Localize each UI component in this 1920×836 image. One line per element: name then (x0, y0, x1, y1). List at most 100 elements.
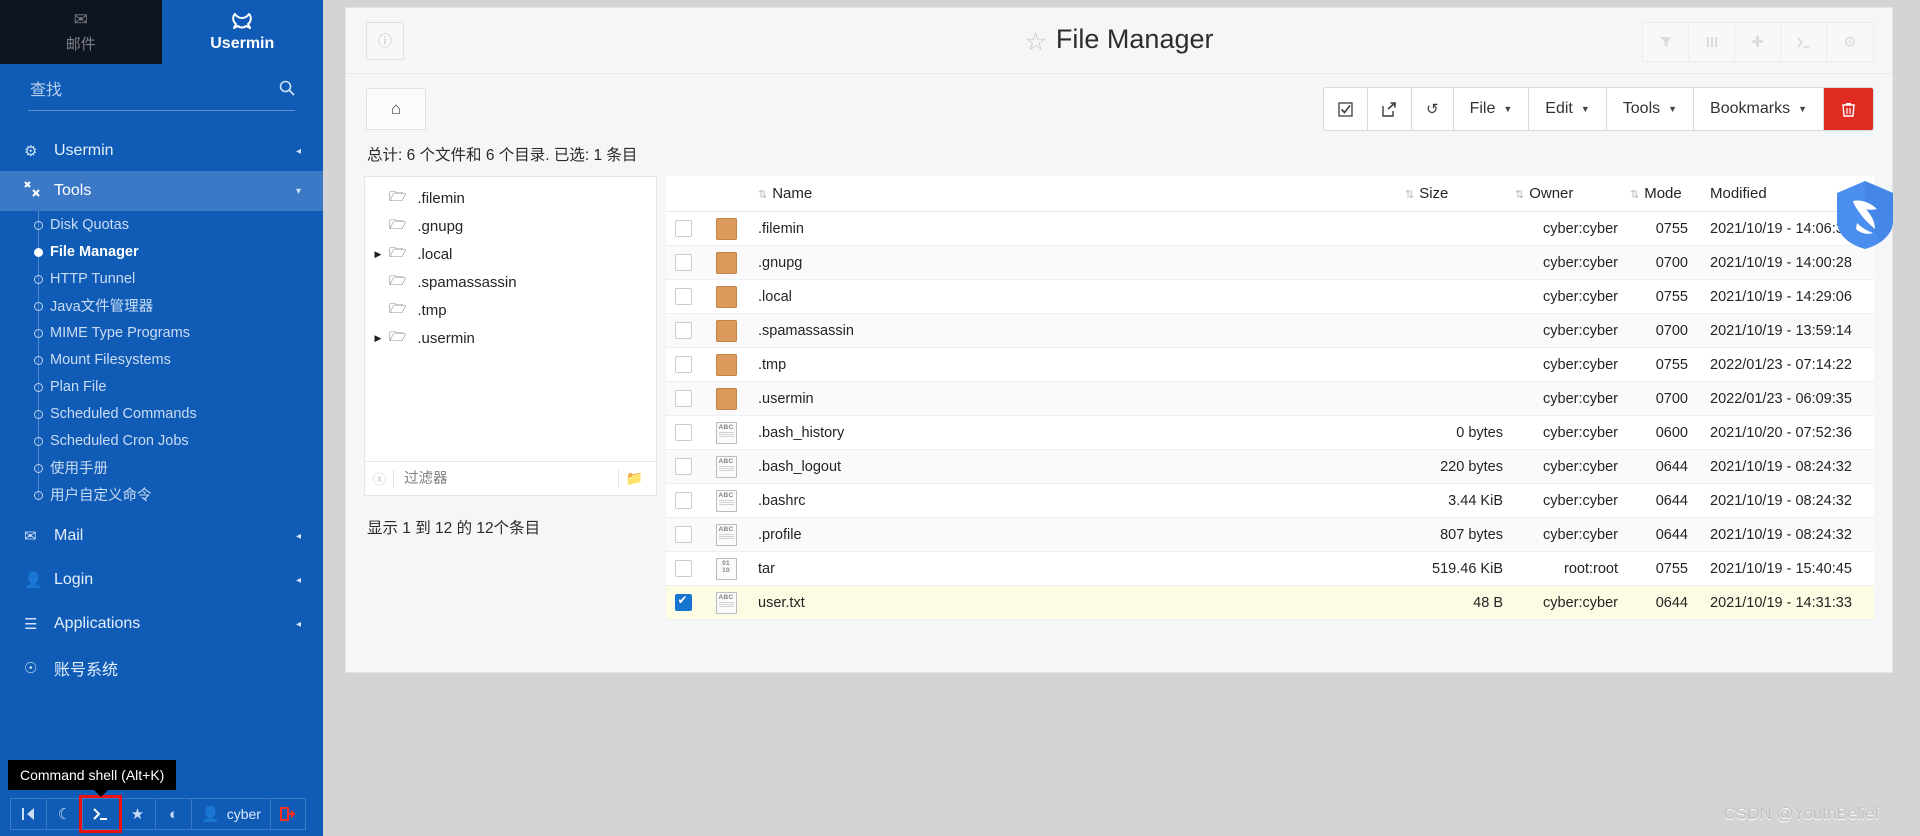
edit-menu-button[interactable]: Edit ▼ (1529, 88, 1607, 130)
row-checkbox[interactable] (674, 593, 692, 611)
settings-gear-icon[interactable]: ⚙ (1827, 23, 1873, 61)
select-all-button[interactable] (1323, 88, 1368, 130)
tree-node[interactable]: ▶ 🗁 .usermin (365, 324, 656, 352)
table-row[interactable]: 01 10 tar 519.46 KiB root:root 0755 2021/10/19… (666, 551, 1874, 586)
cell-name[interactable]: tar (752, 551, 1399, 586)
row-checkbox-cell[interactable] (666, 313, 700, 348)
sidebar-item-custom-commands[interactable]: 用户自定义命令 (0, 481, 323, 508)
table-row[interactable]: .filemin cyber:cyber 0755 2021/10/19 - 14:0… (666, 211, 1874, 246)
sidebar-item-tools[interactable]: Tools ▾ (0, 171, 323, 211)
column-header-name[interactable]: ⇅ Name (752, 176, 1399, 212)
sidebar-item-mount-filesystems[interactable]: Mount Filesystems (0, 346, 323, 373)
tree-node[interactable]: 🗁 .spamassassin (365, 268, 656, 296)
file-menu-button[interactable]: File ▼ (1453, 88, 1530, 130)
row-checkbox[interactable] (674, 321, 692, 339)
expand-arrow-icon[interactable]: ▶ (367, 249, 389, 260)
sidebar-item-mime-type-programs[interactable]: MIME Type Programs (0, 319, 323, 346)
clear-circle-icon[interactable]: ⓧ (373, 469, 386, 488)
table-row[interactable]: ABC .bash_logout 220 bytes cyber:cyber 0644 2… (666, 449, 1874, 484)
delete-button[interactable] (1824, 88, 1873, 130)
search-input[interactable] (28, 80, 279, 101)
cell-name[interactable]: user.txt (752, 585, 1399, 620)
favorites-star-icon[interactable]: ★ (119, 798, 155, 830)
sidebar-item-applications[interactable]: ☰ Applications ◂ (0, 604, 323, 644)
tools-menu-button[interactable]: Tools ▼ (1606, 88, 1695, 130)
row-checkbox-cell[interactable] (666, 415, 700, 450)
table-row[interactable]: .spamassassin cyber:cyber 0700 2021/10/19 -… (666, 313, 1874, 348)
refresh-button[interactable]: ↺ (1411, 88, 1454, 130)
sidebar-item-login[interactable]: 👤 Login ◂ (0, 560, 323, 600)
sidebar-item-http-tunnel[interactable]: HTTP Tunnel (0, 265, 323, 292)
row-checkbox-cell[interactable] (666, 517, 700, 552)
sidebar-item-java-file-manager[interactable]: Java文件管理器 (0, 292, 323, 319)
share-button[interactable] (1367, 88, 1412, 130)
cell-name[interactable]: .local (752, 279, 1399, 314)
cell-name[interactable]: .profile (752, 517, 1399, 552)
table-row[interactable]: .tmp cyber:cyber 0755 2022/01/23 - 07:14:22 (666, 347, 1874, 382)
sidebar-item-mail[interactable]: ✉ Mail ◂ (0, 516, 323, 556)
column-header-mode[interactable]: ⇅ Mode (1624, 176, 1694, 212)
sidebar-item-usermin[interactable]: ⚙ Usermin ◂ (0, 131, 323, 171)
sidebar-item-scheduled-cron-jobs[interactable]: Scheduled Cron Jobs (0, 427, 323, 454)
sidebar-item-file-manager[interactable]: File Manager (0, 238, 323, 265)
folder-icon[interactable]: 📁 (619, 470, 650, 487)
product-tab-usermin[interactable]: Usermin (161, 0, 323, 64)
column-header-size[interactable]: ⇅ Size (1399, 176, 1509, 212)
command-shell-icon[interactable] (79, 795, 122, 833)
filter-icon[interactable] (1643, 23, 1689, 61)
bookmarks-menu-button[interactable]: Bookmarks ▼ (1694, 88, 1824, 130)
row-checkbox[interactable] (674, 389, 692, 407)
sidebar-item-account-system[interactable]: ☉ 账号系统 (0, 648, 323, 688)
user-account-icon[interactable]: 👤 cyber (191, 798, 270, 830)
tree-node[interactable]: 🗁 .filemin (365, 184, 656, 212)
collapse-sidebar-icon[interactable] (10, 798, 46, 830)
table-row[interactable]: .gnupg cyber:cyber 0700 2021/10/19 - 14:00:… (666, 245, 1874, 280)
row-checkbox[interactable] (674, 525, 692, 543)
home-button[interactable]: ⌂ (366, 88, 426, 130)
row-checkbox[interactable] (674, 491, 692, 509)
cell-name[interactable]: .bash_history (752, 415, 1399, 450)
columns-icon[interactable] (1689, 23, 1735, 61)
row-checkbox-cell[interactable] (666, 449, 700, 484)
cell-name[interactable]: .usermin (752, 381, 1399, 416)
sidebar-item-disk-quotas[interactable]: Disk Quotas (0, 211, 323, 238)
row-checkbox[interactable] (674, 457, 692, 475)
cell-name[interactable]: .spamassassin (752, 313, 1399, 348)
row-checkbox-cell[interactable] (666, 381, 700, 416)
sidebar-item-scheduled-commands[interactable]: Scheduled Commands (0, 400, 323, 427)
table-row[interactable]: ABC .profile 807 bytes cyber:cyber 0644 2021/… (666, 517, 1874, 552)
row-checkbox[interactable] (674, 559, 692, 577)
row-checkbox-cell[interactable] (666, 347, 700, 382)
sidebar-item-manual[interactable]: 使用手册 (0, 454, 323, 481)
row-checkbox[interactable] (674, 355, 692, 373)
row-checkbox-cell[interactable] (666, 585, 700, 620)
tree-filter-input[interactable] (394, 469, 618, 488)
row-checkbox-cell[interactable] (666, 245, 700, 280)
row-checkbox[interactable] (674, 219, 692, 237)
row-checkbox[interactable] (674, 423, 692, 441)
row-checkbox-cell[interactable] (666, 483, 700, 518)
table-row[interactable]: .local cyber:cyber 0755 2021/10/19 - 14:29:… (666, 279, 1874, 314)
table-row[interactable]: ABC .bashrc 3.44 KiB cyber:cyber 0644 2021/10… (666, 483, 1874, 518)
column-header-owner[interactable]: ⇅ Owner (1509, 176, 1624, 212)
table-row[interactable]: ABC .bash_history 0 bytes cyber:cyber 0600 20… (666, 415, 1874, 450)
row-checkbox-cell[interactable] (666, 551, 700, 586)
cell-name[interactable]: .bash_logout (752, 449, 1399, 484)
row-checkbox[interactable] (674, 253, 692, 271)
tree-node[interactable]: 🗁 .gnupg (365, 212, 656, 240)
cell-name[interactable]: .tmp (752, 347, 1399, 382)
row-checkbox-cell[interactable] (666, 279, 700, 314)
expand-arrow-icon[interactable]: ▶ (367, 333, 389, 344)
select-all-header[interactable] (666, 176, 700, 212)
logout-icon[interactable] (269, 798, 306, 830)
cell-name[interactable]: .filemin (752, 211, 1399, 246)
tree-node[interactable]: ▶ 🗁 .local (365, 240, 656, 268)
cell-name[interactable]: .gnupg (752, 245, 1399, 280)
row-checkbox[interactable] (674, 287, 692, 305)
terminal-icon[interactable] (1781, 23, 1827, 61)
theme-palette-icon[interactable]: ◐ (155, 798, 191, 830)
cell-name[interactable]: .bashrc (752, 483, 1399, 518)
table-row[interactable]: ABC user.txt48 Bcyber:cyber06442021/10/19… (666, 585, 1874, 620)
row-checkbox-cell[interactable] (666, 211, 700, 246)
table-row[interactable]: .usermin cyber:cyber 0700 2022/01/23 - 06:0… (666, 381, 1874, 416)
